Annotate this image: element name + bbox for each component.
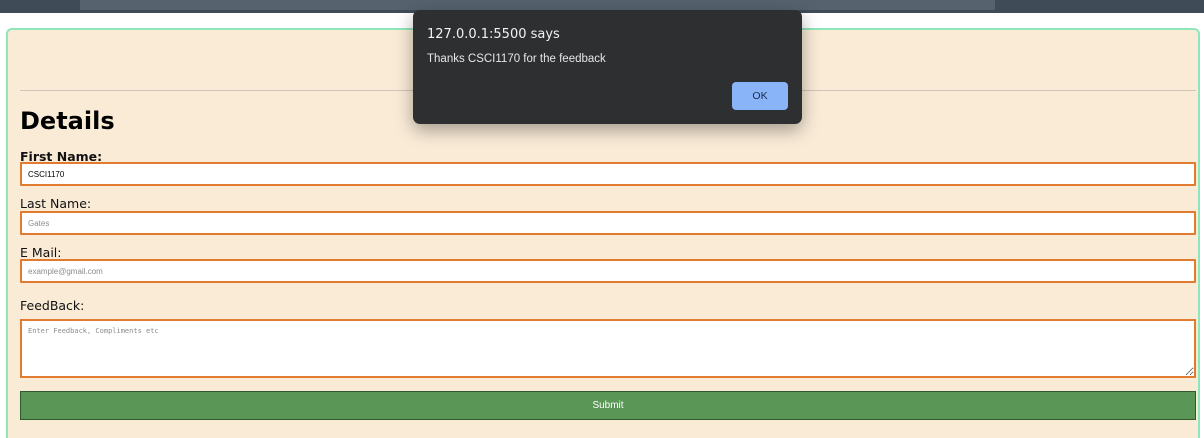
alert-dialog: 127.0.0.1:5500 says Thanks CSCI1170 for … <box>413 10 802 124</box>
submit-button[interactable]: Submit <box>20 391 1196 420</box>
email-label: E Mail: <box>20 245 62 260</box>
feedback-textarea[interactable] <box>20 319 1196 378</box>
dialog-title: 127.0.0.1:5500 says <box>427 27 560 42</box>
first-name-input[interactable] <box>20 162 1196 186</box>
feedback-label: FeedBack: <box>20 298 85 313</box>
last-name-label: Last Name: <box>20 196 92 211</box>
email-input[interactable] <box>20 259 1196 283</box>
last-name-input[interactable] <box>20 211 1196 235</box>
browser-tab-strip <box>80 0 995 10</box>
page-title: Details <box>20 107 115 135</box>
ok-button[interactable]: OK <box>732 82 788 110</box>
dialog-message: Thanks CSCI1170 for the feedback <box>427 53 606 65</box>
